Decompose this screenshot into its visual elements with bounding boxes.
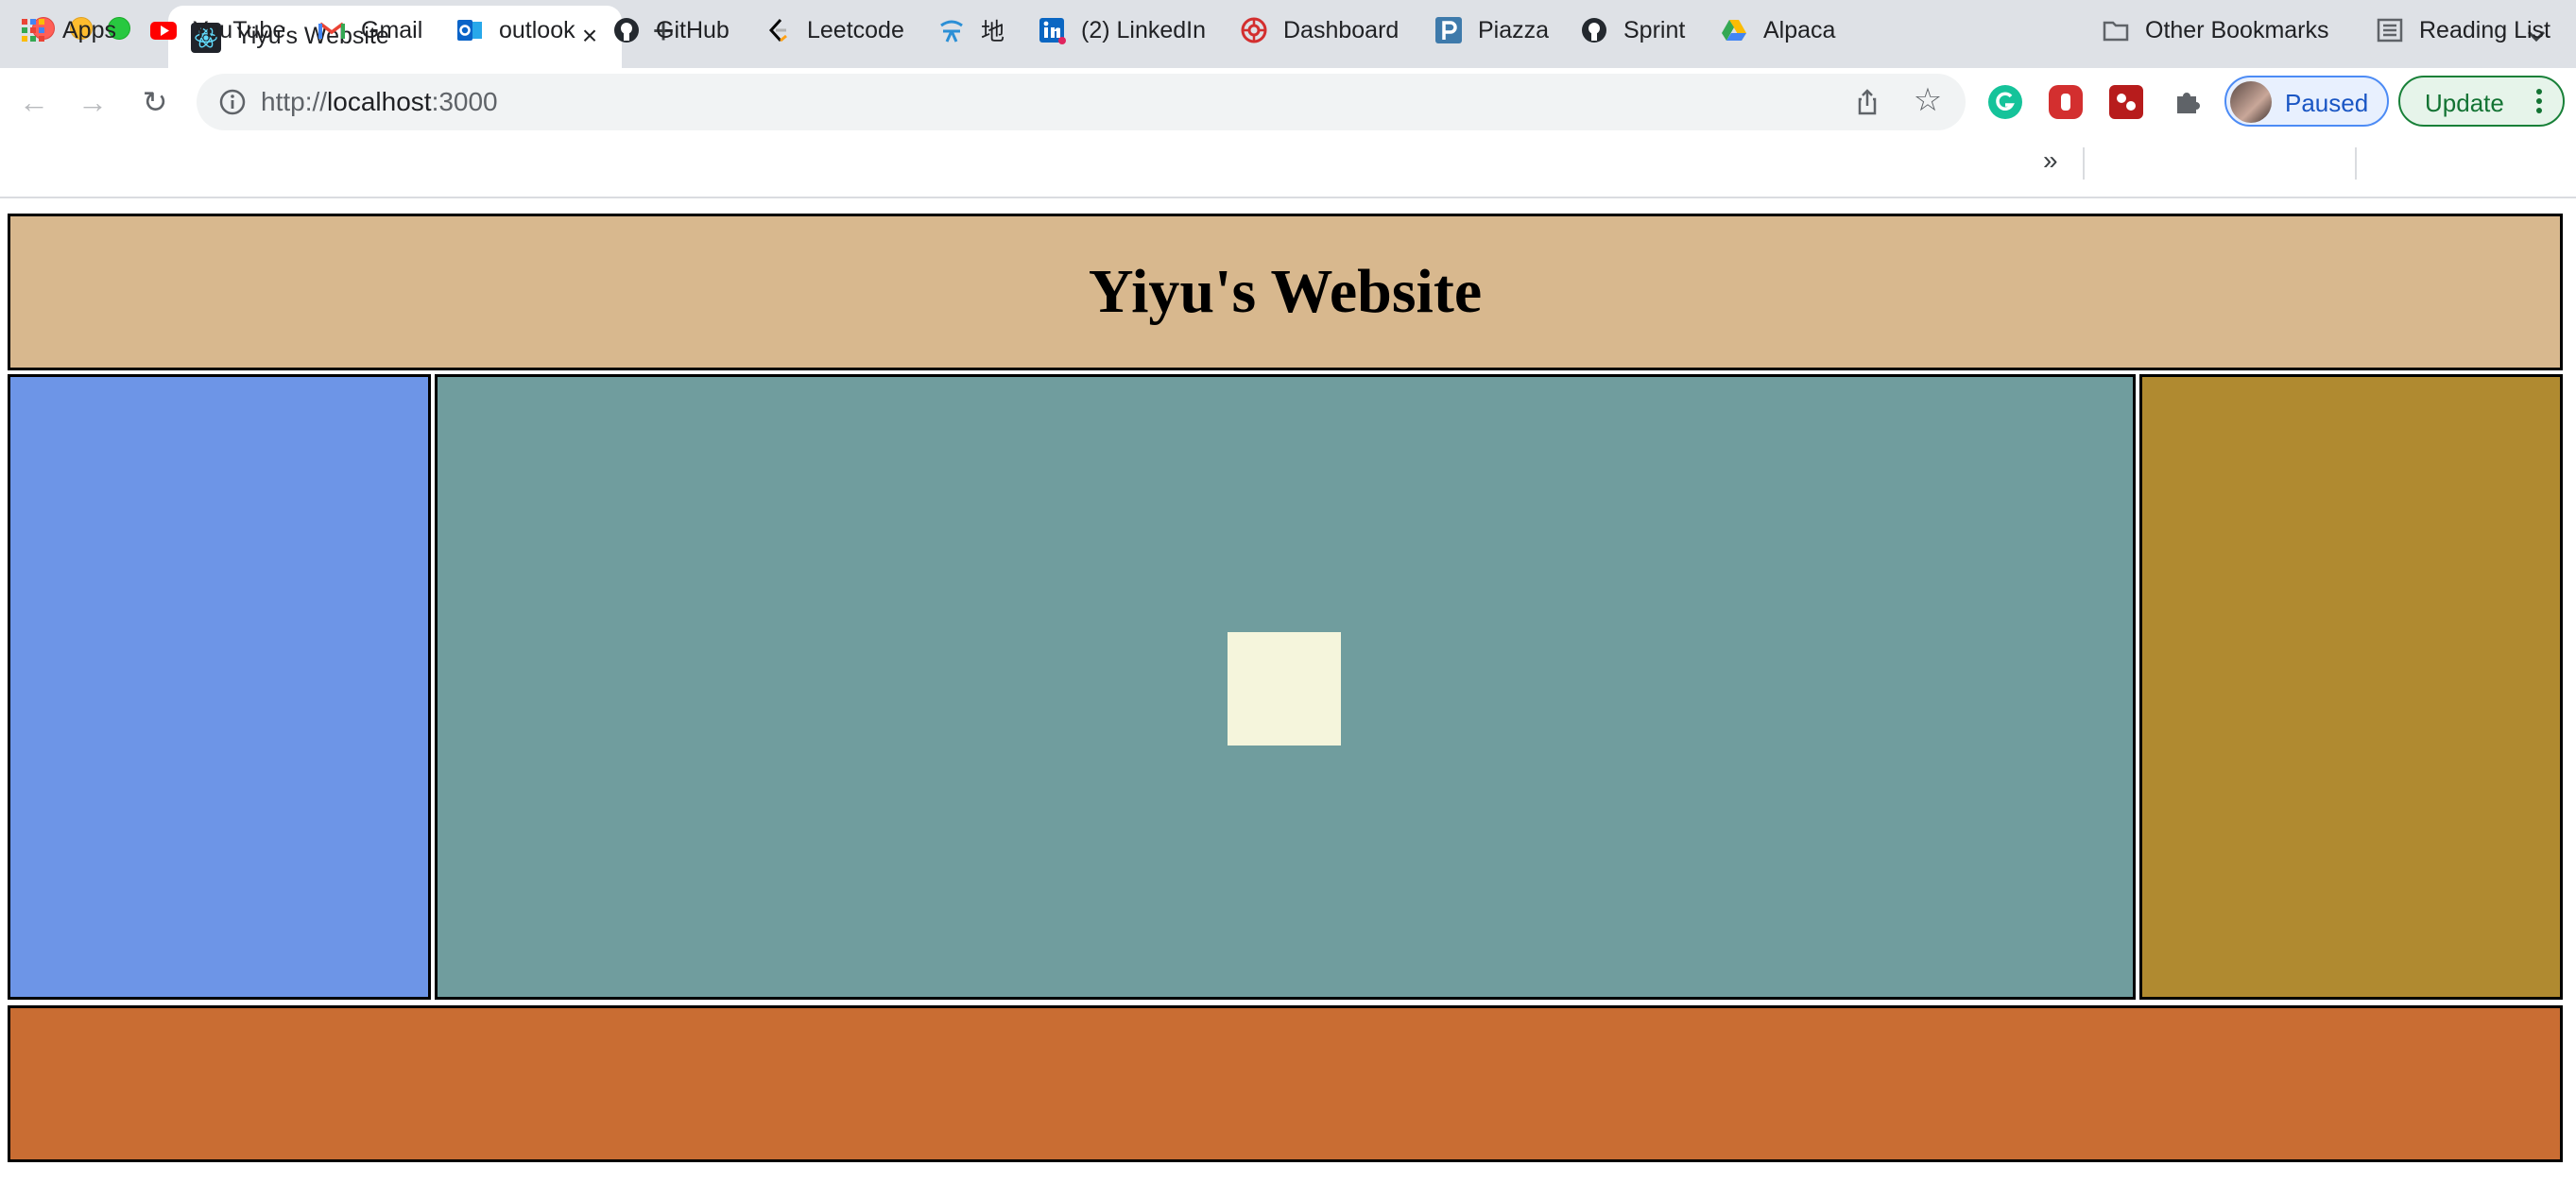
bookmark-label: Gmail (361, 16, 423, 43)
reading-list-icon (2376, 16, 2404, 44)
avatar (2230, 81, 2272, 123)
github-icon (612, 16, 641, 44)
page-viewport: Yiyu's Website (0, 200, 2576, 1200)
address-bar[interactable]: http://localhost:3000 ☆ (197, 74, 1966, 130)
bookmarks-divider (2355, 147, 2357, 180)
url-scheme: http:// (261, 87, 328, 116)
adblock-icon[interactable] (2049, 85, 2083, 119)
bookmark-label: YouTube (193, 16, 286, 43)
bookmark-gmail[interactable]: Gmail (318, 11, 422, 49)
apps-grid-icon (19, 16, 47, 44)
bookmark-dashboard[interactable]: Dashboard (1240, 11, 1399, 49)
url-port: :3000 (431, 87, 498, 116)
bookmark-label: Apps (62, 16, 116, 43)
profile-button[interactable]: Paused (2224, 76, 2389, 127)
bookmark-label: Piazza (1478, 16, 1550, 43)
site-header: Yiyu's Website (8, 214, 2563, 370)
bookmark-star-icon[interactable]: ☆ (1911, 83, 1945, 117)
profile-status-label: Paused (2285, 89, 2369, 117)
linkedin-icon (1038, 16, 1066, 44)
bookmark-sprint[interactable]: Sprint (1580, 11, 1685, 49)
bookmark-youtube[interactable]: YouTube (149, 11, 285, 49)
update-button[interactable]: Update (2398, 76, 2565, 127)
forward-button[interactable]: → (74, 83, 112, 121)
bookmark-linkedin[interactable]: (2) LinkedIn (1038, 11, 1206, 49)
other-bookmarks-label: Other Bookmarks (2145, 16, 2329, 43)
bookmark-label: 地 (981, 19, 1005, 45)
url-host: localhost (327, 87, 432, 116)
bookmark-leetcode[interactable]: Leetcode (764, 11, 904, 49)
google-drive-icon (1720, 16, 1748, 44)
more-bookmarks-button[interactable]: » (2043, 146, 2058, 176)
youtube-icon (149, 16, 178, 44)
back-button[interactable]: ← (15, 83, 53, 121)
other-bookmarks-folder[interactable]: Other Bookmarks (2102, 11, 2329, 49)
github-icon (1580, 16, 1608, 44)
main-content (435, 374, 2136, 1000)
extension-red-icon[interactable] (2109, 85, 2143, 119)
outlook-icon (455, 16, 484, 44)
left-sidebar (8, 374, 431, 1000)
page-title: Yiyu's Website (1088, 257, 1483, 326)
bookmark-outlook[interactable]: outlook (455, 11, 575, 49)
bookmark-label: Sprint (1623, 16, 1686, 43)
bookmarks-bar (0, 136, 2576, 198)
right-sidebar (2139, 374, 2563, 1000)
bookmark-label: Alpaca (1763, 16, 1836, 43)
dashboard-icon (1240, 16, 1268, 44)
more-vertical-icon (2533, 87, 2546, 117)
leetcode-icon (764, 16, 792, 44)
reading-list-button[interactable]: Reading List (2376, 11, 2550, 49)
bookmark-github[interactable]: GitHub (612, 11, 730, 49)
grammarly-icon[interactable] (1988, 85, 2022, 119)
bookmark-label: (2) LinkedIn (1081, 16, 1207, 43)
bookmark-label: Leetcode (807, 16, 904, 43)
bookmark-label: Dashboard (1283, 16, 1400, 43)
puzzle-icon[interactable] (2170, 85, 2204, 119)
bookmark-apps[interactable]: Apps (19, 11, 116, 49)
bookmark-alpaca[interactable]: Alpaca (1720, 11, 1835, 49)
center-square (1228, 632, 1341, 746)
reading-list-label: Reading List (2419, 16, 2550, 43)
site-footer (8, 1005, 2563, 1162)
reload-button[interactable]: ↻ (136, 83, 174, 121)
bookmark-map[interactable]: 地 (937, 11, 1005, 49)
url-text: http://localhost:3000 (261, 87, 498, 117)
update-label: Update (2425, 89, 2504, 117)
bookmark-label: GitHub (656, 16, 730, 43)
piazza-icon (1434, 16, 1463, 44)
gmail-icon (318, 16, 346, 44)
bookmarks-divider (2083, 147, 2085, 180)
share-icon[interactable] (1852, 87, 1882, 117)
folder-icon (2102, 16, 2130, 44)
bookmark-label: outlook (499, 16, 575, 43)
close-tab-icon[interactable]: × (575, 21, 605, 51)
map-icon (937, 16, 966, 44)
info-icon[interactable] (217, 87, 248, 117)
bookmark-piazza[interactable]: Piazza (1434, 11, 1549, 49)
